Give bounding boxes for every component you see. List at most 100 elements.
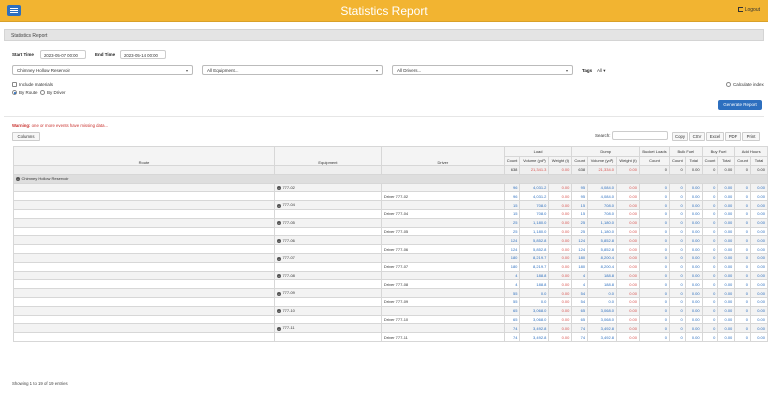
end-time-input[interactable]: 2023-05-14 00:00	[120, 50, 166, 59]
table-row[interactable]: Driver 777-02 96 4,031.2 0.00 95 4,084.0 0.00 0…	[13, 191, 768, 202]
cell-dcount: 54	[571, 296, 589, 307]
search-input[interactable]	[612, 131, 668, 140]
table-row[interactable]: –777-04 15 708.0 0.00 15 708.0 0.00 0 0 0.00 0 0.00…	[13, 200, 768, 210]
col-dump-count[interactable]: Count	[571, 155, 589, 166]
cell-dvol: 188.8	[587, 270, 618, 281]
csv-button[interactable]: CSV	[689, 132, 705, 141]
cell-bcount: 0	[669, 244, 686, 254]
cell-atotal: 0.00	[749, 261, 768, 272]
col-load-weight[interactable]: Weight (t)	[548, 155, 573, 166]
cell-acount: 0	[734, 305, 751, 316]
table-row[interactable]: Driver 777-04 15 708.0 0.00 15 708.0 0.00 0 0 0.0…	[13, 208, 768, 219]
cell-bucket: 0	[639, 305, 670, 316]
group-row[interactable]: – Chimney Hollow Reservoir	[13, 173, 768, 184]
table-row[interactable]: –777-10 65 3,068.0 0.00 65 3,068.0 0.00 0 0 0.00 0…	[13, 305, 768, 316]
table-row[interactable]: –777-07 180 8,219.7 0.00 180 8,200.4 0.00 0 0 0.0…	[13, 252, 768, 263]
table-row[interactable]: Driver 777-05 25 1,180.0 0.00 25 1,180.0 0.00 0…	[13, 226, 768, 237]
col-buy-count[interactable]: Count	[701, 155, 719, 166]
warning-message: Warning: one or more events have missing…	[12, 123, 108, 128]
cell-lwt: 0.00	[548, 244, 573, 254]
table-row[interactable]: Driver 777-06 124 5,852.8 0.00 124 5,852.8 0.0…	[13, 244, 768, 254]
col-equipment[interactable]: Equipment	[273, 146, 382, 166]
cell-bucket: 0	[639, 200, 670, 210]
col-bulk-total[interactable]: Total	[684, 155, 703, 166]
columns-button[interactable]: Columns	[12, 132, 40, 141]
col-dump-weight[interactable]: Weight (t)	[616, 155, 641, 166]
tags-select[interactable]: All ▾	[597, 68, 606, 74]
collapse-icon[interactable]: –	[276, 309, 281, 314]
pdf-button[interactable]: PDF	[725, 132, 741, 141]
collapse-icon[interactable]: –	[276, 239, 281, 244]
drivers-select[interactable]: All Drivers... ▾	[392, 65, 573, 75]
table-row[interactable]: –777-08 4 188.8 0.00 4 188.8 0.00 0 0 0.00 0 0.00 0 0…	[13, 270, 768, 281]
table-row[interactable]: –777-02 96 4,031.2 0.00 95 4,084.0 0.00 0 0 0.00 0…	[13, 182, 768, 193]
cell-bucket: 0	[639, 182, 670, 193]
col-load-volume[interactable]: Volume (yd³)	[519, 155, 550, 166]
start-time-input[interactable]: 2023-05-07 00:00	[40, 50, 86, 59]
collapse-icon[interactable]: –	[276, 256, 281, 261]
cell-btotal: 0.00	[684, 261, 703, 272]
cell-bcount: 0	[669, 217, 686, 228]
print-button[interactable]: Print	[742, 132, 760, 141]
driver-cell	[380, 305, 505, 316]
col-driver[interactable]: Driver	[380, 146, 505, 166]
table-row[interactable]: Driver 777-07 180 8,219.7 0.00 180 8,200.4 0.0…	[13, 261, 768, 272]
driver-cell: Driver 777-10	[380, 314, 505, 325]
cell-ytotal: 0.00	[717, 261, 736, 272]
equipment-select[interactable]: All Equipment... ▾	[202, 65, 383, 75]
cell-lcount: 4	[503, 279, 521, 290]
table-row[interactable]: Driver 777-11 74 3,492.8 0.00 74 3,492.8 0.00 0…	[13, 332, 768, 342]
chevron-down-icon: ▾	[565, 68, 568, 73]
route-cell	[13, 314, 275, 325]
col-bulk-count[interactable]: Count	[669, 155, 686, 166]
excel-button[interactable]: Excel	[706, 132, 724, 141]
col-add-total[interactable]: Total	[749, 155, 768, 166]
cell-lcount: 15	[503, 200, 521, 210]
col-buy-total[interactable]: Total	[717, 155, 736, 166]
equipment-cell	[273, 279, 382, 290]
route-cell	[13, 270, 275, 281]
col-route[interactable]: Route	[13, 146, 275, 166]
table-row[interactable]: Driver 777-08 4 188.8 0.00 4 188.8 0.00 0 0 0.00 0…	[13, 279, 768, 290]
cell-bucket: 0	[639, 332, 670, 342]
table-row[interactable]: Driver 777-09 55 0.0 0.00 54 0.0 0.00 0 0 0.00 0 0.…	[13, 296, 768, 307]
site-select[interactable]: Chimney Hollow Reservoir ▾	[12, 65, 193, 75]
collapse-icon[interactable]: –	[276, 326, 281, 331]
cell-dcount: 4	[571, 279, 589, 290]
cell-ycount: 0	[701, 200, 719, 210]
collapse-icon[interactable]: –	[276, 203, 281, 208]
col-dump-volume[interactable]: Volume (yd³)	[587, 155, 618, 166]
table-row[interactable]: Driver 777-10 65 3,068.0 0.00 65 3,068.0 0.00 0…	[13, 314, 768, 325]
col-load-count[interactable]: Count	[503, 155, 521, 166]
table-row[interactable]: –777-06 124 5,852.8 0.00 124 5,852.8 0.00 0 0 0.0…	[13, 235, 768, 246]
logout-link[interactable]: Logout	[737, 7, 760, 13]
cell-bcount: 0	[669, 305, 686, 316]
include-materials-checkbox[interactable]	[12, 82, 17, 87]
table-row[interactable]: –777-05 25 1,180.0 0.00 25 1,180.0 0.00 0 0 0.00 0…	[13, 217, 768, 228]
col-add-count[interactable]: Count	[734, 155, 751, 166]
cell-lcount: 65	[503, 314, 521, 325]
collapse-icon[interactable]: –	[276, 291, 281, 296]
generate-report-button[interactable]: Generate Report	[718, 100, 762, 110]
cell-ytotal: 0.00	[717, 244, 736, 254]
collapse-icon[interactable]: –	[276, 274, 281, 279]
cell-bucket: 0	[639, 191, 670, 202]
cell-lvol: 1,180.0	[519, 226, 550, 237]
collapse-icon[interactable]: –	[276, 221, 281, 226]
by-driver-radio[interactable]	[40, 90, 45, 95]
calculate-index-radio[interactable]	[726, 82, 731, 87]
cell-dvol: 0.0	[587, 288, 618, 298]
table-row[interactable]: –777-09 55 0.0 0.00 54 0.0 0.00 0 0 0.00 0 0.00 0 0.0…	[13, 288, 768, 298]
site-select-value: Chimney Hollow Reservoir	[17, 68, 71, 73]
cell-ycount: 0	[701, 305, 719, 316]
equipment-name: 777-02	[282, 184, 295, 190]
cell-lvol: 188.8	[519, 270, 550, 281]
by-route-radio[interactable]	[12, 90, 17, 95]
col-bucket-count[interactable]: Count	[639, 155, 670, 166]
collapse-icon[interactable]: –	[276, 186, 281, 191]
table-row[interactable]: –777-11 74 3,492.8 0.00 74 3,492.8 0.00 0 0 0.00 0…	[13, 323, 768, 334]
equipment-cell	[273, 296, 382, 307]
copy-button[interactable]: Copy	[672, 132, 688, 141]
collapse-icon[interactable]: –	[16, 177, 20, 182]
include-materials-label: Include materials	[19, 82, 54, 87]
